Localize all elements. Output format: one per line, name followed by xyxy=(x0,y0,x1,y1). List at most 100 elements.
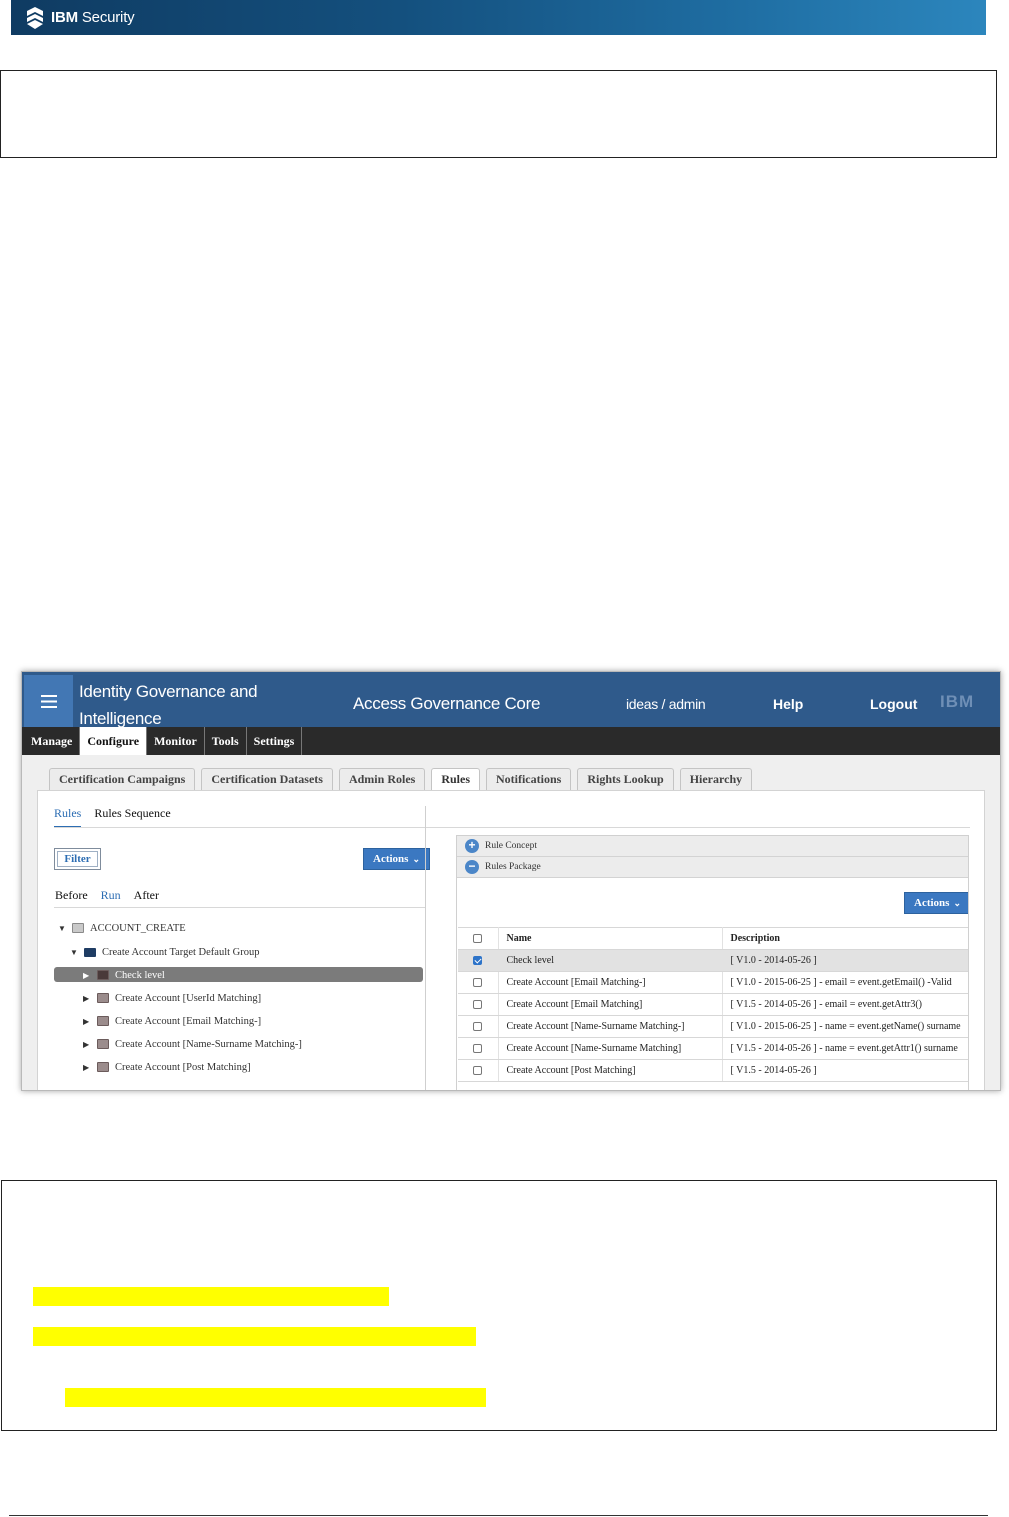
row-checkbox-cell xyxy=(458,1015,499,1038)
module-title: Access Governance Core xyxy=(353,694,541,713)
tab-certification-datasets[interactable]: Certification Datasets xyxy=(201,768,333,790)
app-header: Identity Governance and Intelligence Acc… xyxy=(22,672,1000,728)
table-header-row: Name Description xyxy=(458,927,968,950)
pane-divider[interactable] xyxy=(425,806,426,1090)
caret-right-icon[interactable]: ▶ xyxy=(83,1017,91,1026)
tree-node-selected[interactable]: ▶ Check level xyxy=(83,967,165,983)
row-description: [ V1.5 - 2014-05-26 ] - email = event.ge… xyxy=(722,993,968,1016)
caret-down-icon[interactable]: ▼ xyxy=(58,924,66,933)
row-description: [ V1.0 - 2015-06-25 ] - name = event.get… xyxy=(722,1015,968,1038)
row-checkbox[interactable] xyxy=(473,1022,483,1032)
row-name: Create Account [Post Matching] xyxy=(498,1059,723,1082)
row-checkbox[interactable] xyxy=(473,978,483,988)
rule-icon xyxy=(97,1062,109,1072)
row-checkbox-cell xyxy=(458,1037,499,1060)
phase-tabs: Before Run After xyxy=(55,888,159,908)
hamburger-icon xyxy=(40,694,57,708)
table-row[interactable]: Check level [ V1.0 - 2014-05-26 ] xyxy=(458,949,968,972)
tree-node[interactable]: ▶ Create Account [Email Matching-] xyxy=(83,1013,261,1029)
select-all-checkbox[interactable] xyxy=(473,934,483,944)
accordion-rule-concept[interactable]: + Rule Concept xyxy=(457,836,968,857)
table-row[interactable]: Create Account [Email Matching-] [ V1.0 … xyxy=(458,971,968,994)
tree-node[interactable]: ▶ Create Account [UserId Matching] xyxy=(83,990,261,1006)
column-header-name[interactable]: Name xyxy=(498,927,723,950)
tab-rules-list[interactable]: Rules xyxy=(54,806,82,828)
ibm-security-shield-icon xyxy=(27,6,43,29)
rules-view-tabs: Rules Rules Sequence xyxy=(54,806,171,828)
logout-link[interactable]: Logout xyxy=(870,696,917,712)
tree-node[interactable]: ▶ Create Account [Post Matching] xyxy=(83,1059,251,1075)
row-name: Create Account [Email Matching-] xyxy=(498,971,723,994)
highlighted-text-line xyxy=(33,1327,476,1346)
tree-actions-button[interactable]: Actions ⌄ xyxy=(363,848,430,870)
table-row[interactable]: Create Account [Name-Surname Matching] [… xyxy=(458,1037,968,1060)
nav-manage[interactable]: Manage xyxy=(24,727,81,755)
config-subtabs: Certification Campaigns Certification Da… xyxy=(49,768,753,790)
help-link[interactable]: Help xyxy=(773,696,803,712)
row-checkbox[interactable] xyxy=(473,1044,483,1054)
brand-rest: Security xyxy=(77,9,135,26)
divider xyxy=(54,907,426,908)
row-description: [ V1.0 - 2014-05-26 ] xyxy=(722,949,968,972)
tab-before[interactable]: Before xyxy=(55,888,88,908)
nav-configure[interactable]: Configure xyxy=(80,727,148,755)
row-checkbox-cell xyxy=(458,971,499,994)
row-checkbox-cell xyxy=(458,949,499,972)
calendar-icon xyxy=(72,923,84,933)
chevron-down-icon: ⌄ xyxy=(953,897,961,908)
nav-settings[interactable]: Settings xyxy=(247,727,303,755)
nav-monitor[interactable]: Monitor xyxy=(147,727,205,755)
actions-label: Actions xyxy=(373,853,409,865)
rules-detail-pane: + Rule Concept − Rules Package Actions ⌄… xyxy=(456,835,969,1090)
tab-hierarchy[interactable]: Hierarchy xyxy=(679,768,753,790)
main-nav: Manage Configure Monitor Tools Settings xyxy=(22,727,1000,755)
row-name: Check level xyxy=(498,949,723,972)
tab-run[interactable]: Run xyxy=(101,888,121,908)
table-row[interactable]: Create Account [Name-Surname Matching-] … xyxy=(458,1015,968,1038)
row-checkbox[interactable] xyxy=(473,1066,483,1076)
tab-notifications[interactable]: Notifications xyxy=(485,768,572,790)
row-name: Create Account [Name-Surname Matching-] xyxy=(498,1015,723,1038)
tree-node-label: Create Account Target Default Group xyxy=(102,946,260,958)
document-header-banner: IBM Security xyxy=(11,0,986,35)
tab-rules[interactable]: Rules xyxy=(431,768,480,790)
tab-after[interactable]: After xyxy=(134,888,159,908)
tree-node-label: Create Account [Email Matching-] xyxy=(115,1015,262,1027)
tree-node-label: Create Account [UserId Matching] xyxy=(115,992,262,1004)
row-checkbox[interactable] xyxy=(473,1000,483,1010)
tree-node[interactable]: ▶ Create Account [Name-Surname Matching-… xyxy=(83,1036,302,1052)
tree-node-label: Check level xyxy=(115,969,165,981)
tree-node[interactable]: ▼ ACCOUNT_CREATE xyxy=(58,920,186,936)
user-link[interactable]: ideas / admin xyxy=(626,696,706,712)
actions-label: Actions xyxy=(914,897,950,909)
caret-right-icon[interactable]: ▶ xyxy=(83,971,91,980)
accordion-rules-package[interactable]: − Rules Package xyxy=(457,857,968,878)
nav-tools[interactable]: Tools xyxy=(205,727,247,755)
minus-circle-icon: − xyxy=(465,860,479,874)
row-checkbox[interactable] xyxy=(473,956,483,966)
caret-right-icon[interactable]: ▶ xyxy=(83,1063,91,1072)
app-screenshot: Identity Governance and Intelligence Acc… xyxy=(21,671,1001,1091)
chevron-down-icon: ⌄ xyxy=(412,853,420,864)
tab-rules-sequence[interactable]: Rules Sequence xyxy=(94,806,170,828)
rule-icon xyxy=(97,1039,109,1049)
brand-bold: IBM xyxy=(51,9,78,26)
tree-node-label: ACCOUNT_CREATE xyxy=(90,922,186,934)
hamburger-menu-button[interactable] xyxy=(24,675,73,727)
tab-rights-lookup[interactable]: Rights Lookup xyxy=(577,768,674,790)
caret-down-icon[interactable]: ▼ xyxy=(70,948,78,957)
column-header-description[interactable]: Description xyxy=(722,927,968,950)
row-description: [ V1.0 - 2015-06-25 ] - email = event.ge… xyxy=(722,971,968,994)
row-checkbox-cell xyxy=(458,1059,499,1082)
caret-right-icon[interactable]: ▶ xyxy=(83,1040,91,1049)
ibm-logo: IBM xyxy=(940,692,975,711)
table-row[interactable]: Create Account [Post Matching] [ V1.5 - … xyxy=(458,1059,968,1082)
tab-certification-campaigns[interactable]: Certification Campaigns xyxy=(49,768,196,790)
tree-node[interactable]: ▼ Create Account Target Default Group xyxy=(70,944,260,960)
tab-admin-roles[interactable]: Admin Roles xyxy=(338,768,426,790)
caret-right-icon[interactable]: ▶ xyxy=(83,994,91,1003)
table-row[interactable]: Create Account [Email Matching] [ V1.5 -… xyxy=(458,993,968,1016)
package-actions-button[interactable]: Actions ⌄ xyxy=(904,892,968,914)
filter-button[interactable]: Filter xyxy=(54,848,101,870)
divider xyxy=(54,827,970,828)
